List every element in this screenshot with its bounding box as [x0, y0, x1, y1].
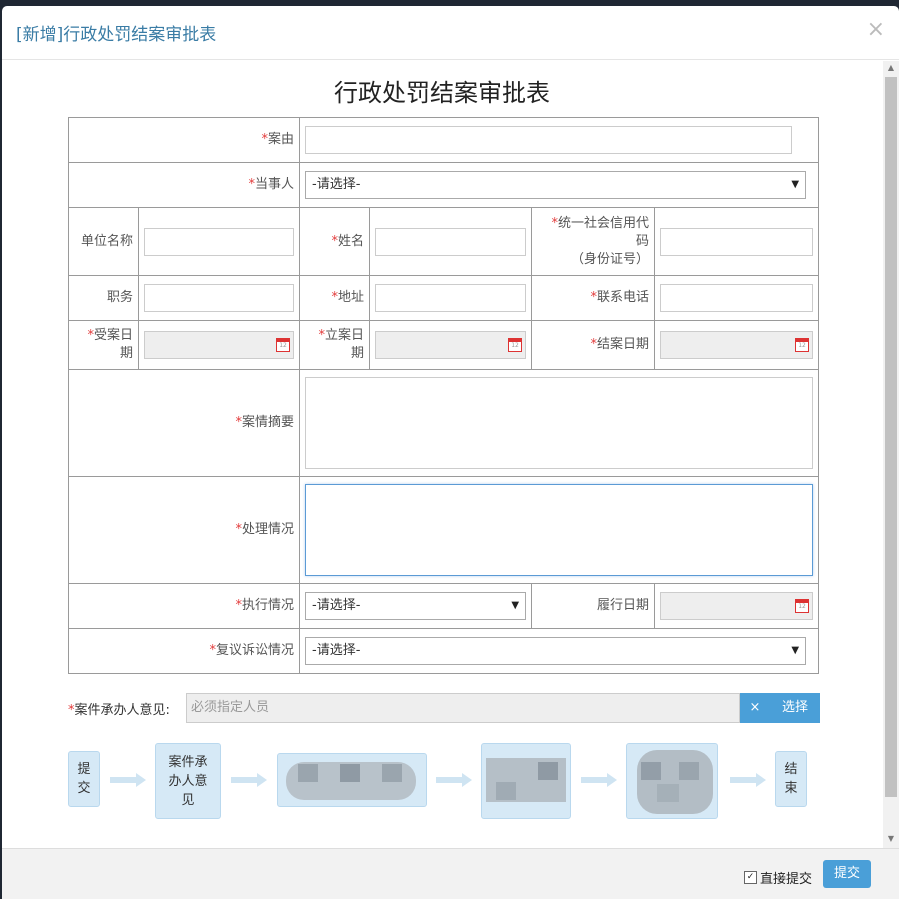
direct-submit-label: 直接提交	[760, 872, 813, 887]
flow-node-redacted	[481, 743, 571, 819]
form-title: 行政处罚结案审批表	[334, 79, 550, 107]
direct-submit-checkbox[interactable]: ✓	[744, 871, 757, 884]
name-label: *姓名	[299, 207, 371, 276]
modal-header: [新增]行政处罚结案审批表 ×	[2, 6, 899, 60]
handler-opinion-row: *案件承办人意见: 必须指定人员 × 选择	[68, 693, 820, 723]
accept-date-input[interactable]: 12	[144, 331, 295, 359]
handling-label: *处理情况	[67, 476, 301, 584]
scrollbar-thumb[interactable]	[885, 77, 897, 797]
modal-title: [新增]行政处罚结案审批表	[16, 25, 217, 45]
choose-button[interactable]: 选择	[770, 693, 820, 723]
perform-date-label: 履行日期	[531, 583, 656, 629]
calendar-icon[interactable]: 12	[795, 599, 810, 613]
vertical-scrollbar[interactable]: ▲ ▼	[883, 61, 899, 848]
caret-down-icon: ▼	[791, 179, 800, 190]
credit-code-input[interactable]	[660, 227, 814, 256]
calendar-icon[interactable]: 12	[276, 338, 291, 352]
clear-button[interactable]: ×	[740, 693, 770, 723]
flow-node-handler-opinion: 案件承 办人意见	[155, 743, 221, 819]
phone-input[interactable]	[660, 284, 814, 312]
calendar-icon[interactable]: 12	[508, 338, 523, 352]
case-reason-input[interactable]	[305, 126, 793, 154]
scroll-down-icon[interactable]: ▼	[886, 834, 896, 846]
review-label: *复议诉讼情况	[67, 628, 301, 674]
case-summary-textarea[interactable]	[305, 377, 814, 469]
handling-textarea[interactable]	[305, 484, 814, 576]
accept-date-label: *受案日期	[68, 320, 139, 370]
flow-arrow	[436, 773, 472, 787]
flow-node-redacted	[277, 753, 427, 807]
party-select[interactable]: -请选择- ▼	[305, 171, 807, 199]
caret-down-icon: ▼	[511, 600, 520, 611]
form-table: *案由 *当事人 -请选择- ▼ 单位名称 *姓名 *统一社会信用代码（身份证号）…	[67, 117, 820, 674]
modal-body: 行政处罚结案审批表 *案由 *当事人 -请选择- ▼ 单位名称 *姓名 *统一社会…	[2, 61, 899, 848]
close-date-label: *结案日期	[531, 320, 656, 370]
flow-arrow	[581, 773, 617, 787]
unit-name-input[interactable]	[144, 227, 295, 256]
close-icon[interactable]: ×	[867, 17, 885, 42]
handler-opinion-input[interactable]: 必须指定人员	[186, 693, 740, 723]
address-label: *地址	[299, 275, 371, 321]
case-summary-label: *案情摘要	[67, 369, 301, 477]
calendar-icon[interactable]: 12	[795, 338, 810, 352]
position-input[interactable]	[144, 284, 295, 312]
filing-date-input[interactable]: 12	[375, 331, 527, 359]
workflow-diagram: 提交 案件承 办人意见 结 束	[2, 741, 882, 821]
flow-arrow	[730, 773, 766, 787]
close-date-input[interactable]: 12	[660, 331, 814, 359]
caret-down-icon: ▼	[791, 645, 800, 656]
execution-select[interactable]: -请选择- ▼	[305, 592, 527, 620]
submit-button[interactable]: 提交	[823, 860, 871, 888]
handler-opinion-label: *案件承办人意见:	[68, 703, 170, 718]
case-reason-label: *案由	[67, 117, 301, 163]
position-label: 职务	[68, 275, 139, 321]
phone-label: *联系电话	[531, 275, 656, 321]
unit-name-label: 单位名称	[68, 207, 139, 276]
modal-dialog: [新增]行政处罚结案审批表 × 行政处罚结案审批表 *案由 *当事人 -请选择-…	[2, 6, 899, 899]
perform-date-input[interactable]: 12	[660, 592, 814, 620]
filing-date-label: *立案日期	[299, 320, 371, 370]
flow-node-submit: 提交	[68, 751, 100, 807]
address-input[interactable]	[375, 284, 527, 312]
party-label: *当事人	[67, 162, 301, 208]
name-input[interactable]	[375, 227, 527, 256]
flow-arrow	[110, 773, 146, 787]
flow-arrow	[231, 773, 267, 787]
direct-submit-option[interactable]: ✓ 直接提交	[744, 868, 812, 887]
flow-node-end: 结束	[775, 751, 807, 807]
execution-label: *执行情况	[67, 583, 301, 629]
scroll-up-icon[interactable]: ▲	[886, 63, 896, 75]
credit-code-label: *统一社会信用代码（身份证号）	[531, 207, 656, 276]
review-select[interactable]: -请选择- ▼	[305, 637, 807, 665]
modal-footer: ✓ 直接提交 提交	[2, 848, 899, 899]
flow-node-redacted	[626, 743, 718, 819]
